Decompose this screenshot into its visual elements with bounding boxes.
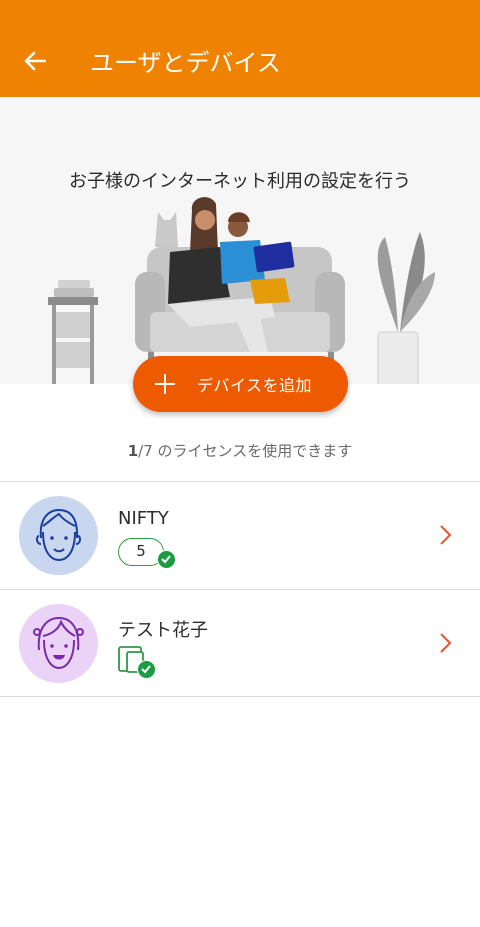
license-used-count: 1 — [127, 442, 139, 460]
page-title: ユーザとデバイス — [90, 49, 281, 77]
plus-icon — [155, 374, 175, 394]
add-device-button[interactable]: デバイスを追加 — [133, 356, 348, 412]
device-count: 5 — [136, 542, 146, 560]
chevron-right-icon — [440, 633, 452, 653]
user-name: テスト花子 — [118, 620, 208, 641]
check-icon — [157, 550, 176, 569]
license-text: /7 のライセンスを使用できます — [138, 442, 353, 460]
arrow-left-icon — [24, 51, 46, 71]
chevron-right-icon — [440, 525, 452, 545]
avatar — [19, 496, 98, 575]
check-icon — [137, 660, 156, 679]
girl-face-icon — [33, 616, 84, 670]
user-list: NIFTY 5 テスト花子 — [0, 481, 480, 697]
hero-text: お子様のインターネット利用の設定を行う — [69, 171, 411, 192]
user-row-hanako[interactable]: テスト花子 — [0, 589, 480, 697]
add-device-label: デバイスを追加 — [197, 376, 313, 395]
back-button[interactable] — [18, 44, 52, 78]
hero-banner: お子様のインターネット利用の設定を行う — [0, 97, 480, 384]
license-status: 1/7 のライセンスを使用できます — [0, 440, 480, 461]
user-row-nifty[interactable]: NIFTY 5 — [0, 481, 480, 589]
app-bar: ユーザとデバイス — [0, 0, 480, 97]
user-name: NIFTY — [118, 508, 169, 529]
avatar — [19, 604, 98, 683]
boy-face-icon — [35, 508, 82, 562]
